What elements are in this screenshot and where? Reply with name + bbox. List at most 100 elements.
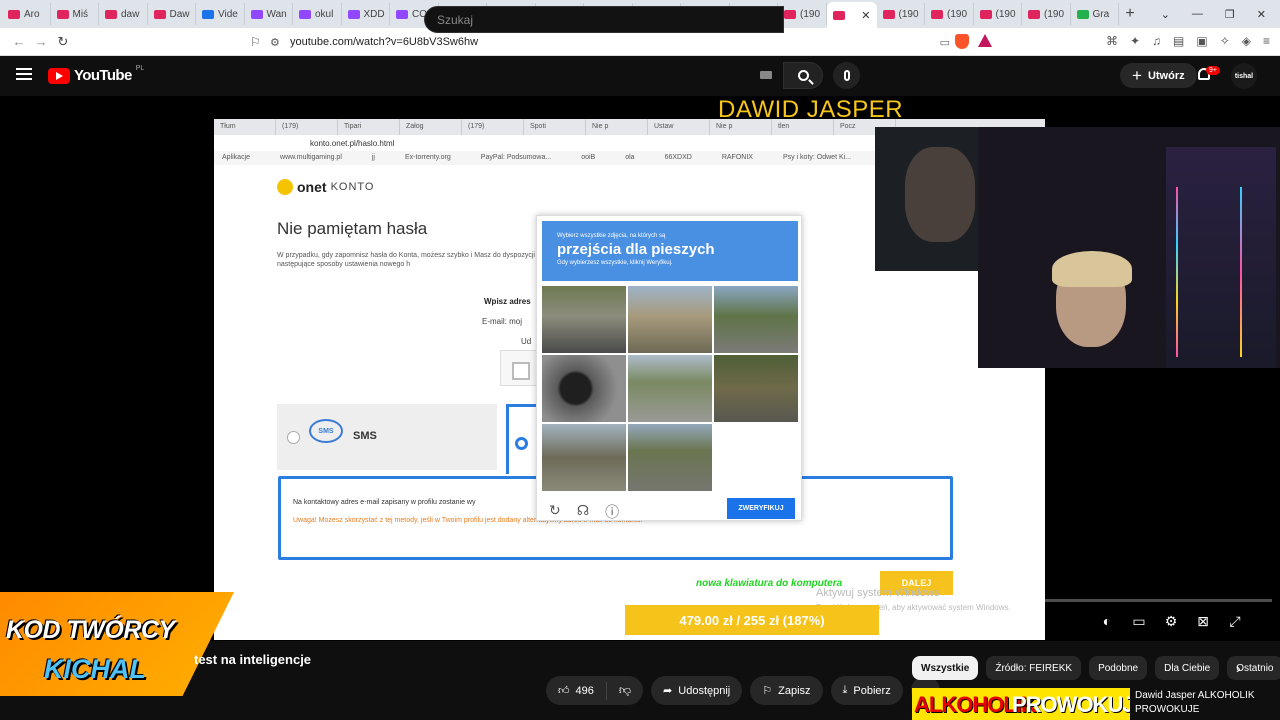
search-button[interactable]: [783, 62, 823, 89]
close-icon[interactable]: ✕: [1257, 8, 1266, 21]
captcha-tile: [542, 286, 626, 353]
recommended-title[interactable]: Dawid Jasper ALKOHOLIK PROWOKUJE: [1135, 689, 1275, 716]
url-field[interactable]: ⚐ ⚙ youtube.com/watch?v=6U8bV3Sw6hw ▭: [250, 31, 1000, 53]
plus-icon: +: [1132, 65, 1142, 85]
chevron-down-icon[interactable]: ⌄: [1161, 8, 1170, 21]
search-input[interactable]: Szukaj: [424, 6, 784, 33]
tab-label: Miś: [72, 8, 89, 20]
browser-tab[interactable]: Daw: [148, 3, 196, 25]
avatar[interactable]: tishal: [1231, 63, 1257, 89]
vpn-icon[interactable]: ◈: [1242, 34, 1251, 48]
inner-tab: Tłum: [214, 119, 276, 135]
browser-tab[interactable]: daw: [99, 3, 148, 25]
browser-tab[interactable]: Vide: [196, 3, 245, 25]
site-info-icon[interactable]: ⚙: [270, 36, 290, 49]
chevron-right-icon[interactable]: ›: [1236, 660, 1241, 676]
bookmark-icon: ⚐: [762, 685, 773, 697]
new-tab-button[interactable]: +: [1119, 5, 1141, 23]
leo-icon[interactable]: ✧: [1220, 34, 1230, 48]
recommended-thumbnail[interactable]: ALKOHOLIK PROWOKUJE: [912, 688, 1130, 720]
page-description: W przypadku, gdy zapomnisz hasła do Kont…: [277, 252, 535, 269]
inner-bookmark: Aplikacje: [222, 154, 251, 161]
tab-favicon-icon: [931, 9, 943, 19]
close-tab-icon[interactable]: ✕: [861, 9, 870, 22]
email-radio: [515, 437, 528, 450]
save-button[interactable]: ⚐ Zapisz: [750, 676, 823, 705]
tab-favicon-icon: [56, 9, 69, 19]
browser-tab[interactable]: Gra: [1071, 3, 1119, 25]
sticker-line-1: KOD TWÓRCY: [6, 616, 175, 644]
settings-gear-icon[interactable]: ⚙: [1164, 613, 1178, 630]
browser-tab[interactable]: (190: [925, 3, 974, 25]
led-strip: [1176, 187, 1178, 357]
filter-chip[interactable]: Wszystkie: [912, 656, 979, 680]
tab-favicon-icon: [1028, 9, 1040, 19]
captcha-sub: Gdy wybierzesz wszystkie, kliknij Weryfi…: [557, 260, 673, 266]
email-field: E-mail: moj: [482, 317, 523, 326]
tab-label: Wan: [266, 8, 287, 20]
inner-bookmark: RAFONIX: [721, 154, 753, 161]
share-icon: ➦: [663, 685, 673, 697]
create-button[interactable]: + Utwórz: [1120, 63, 1197, 88]
browser-tab[interactable]: Wan: [245, 3, 293, 25]
wallet-icon[interactable]: ▣: [1196, 34, 1207, 48]
browser-tab[interactable]: (190: [974, 3, 1022, 25]
brave-shield-icon[interactable]: [955, 34, 969, 49]
browser-tab[interactable]: Miś: [51, 3, 99, 25]
translate-icon[interactable]: ⌘: [1106, 34, 1118, 48]
filter-chip[interactable]: Dla Ciebie: [1155, 656, 1220, 680]
cast-icon[interactable]: ▭: [940, 36, 950, 49]
forward-icon[interactable]: →: [30, 34, 52, 49]
restore-icon[interactable]: ❐: [1225, 8, 1235, 21]
menu-hamburger-icon[interactable]: [16, 68, 32, 80]
inner-tab: Ustaw: [648, 119, 710, 135]
browser-tab[interactable]: (190: [1022, 3, 1071, 25]
dislike-button[interactable]: 👎︎: [607, 683, 643, 698]
filter-chip[interactable]: Podobne: [1089, 656, 1148, 680]
browser-tab[interactable]: okul: [293, 3, 342, 25]
captcha-tile-empty: [714, 424, 798, 491]
browser-tab[interactable]: (190: [877, 3, 925, 25]
create-label: Utwórz: [1147, 69, 1185, 82]
browser-tab[interactable]: XDD: [342, 3, 390, 25]
youtube-logo[interactable]: YouTube PL: [48, 65, 145, 84]
browser-tab[interactable]: ✕: [826, 2, 877, 28]
sms-label: SMS: [353, 430, 377, 442]
thumbnail-text-2: PROWOKUJE: [1012, 692, 1130, 717]
fullscreen-icon[interactable]: ⤢: [1228, 613, 1242, 630]
reload-icon[interactable]: ↻: [52, 34, 74, 50]
tab-favicon-icon: [1076, 9, 1089, 19]
autoplay-toggle-icon[interactable]: ◐: [1100, 613, 1114, 630]
onet-logo: onet KONTO: [277, 179, 374, 195]
led-strip: [1240, 187, 1242, 357]
inner-tab: Załog: [400, 119, 462, 135]
subtitles-icon[interactable]: ▭: [1132, 613, 1146, 630]
browser-tab[interactable]: (190: [778, 3, 827, 25]
tab-label: (190: [947, 8, 968, 20]
back-icon[interactable]: ←: [8, 34, 30, 49]
music-icon[interactable]: ♫: [1152, 34, 1161, 48]
tab-label: (190: [1044, 8, 1065, 20]
sticker-line-2: KICHAL: [44, 654, 146, 684]
country-code: PL: [135, 65, 145, 72]
url-text: youtube.com/watch?v=6U8bV3Sw6hw: [290, 36, 479, 48]
like-button[interactable]: 👍︎ 496: [546, 681, 607, 700]
download-button[interactable]: ⤓ Pobierz: [830, 676, 903, 705]
voice-search-button[interactable]: [833, 62, 860, 89]
tab-label: okul: [315, 8, 334, 20]
brave-rewards-icon[interactable]: [978, 34, 992, 47]
video-player[interactable]: Tłum (179) Tipari Załog (179) Spoti Nie p Ustaw…: [0, 96, 1280, 641]
puzzle-icon[interactable]: ✦: [1130, 34, 1140, 48]
menu-icon[interactable]: ≡: [1263, 34, 1270, 48]
sidebar-icon[interactable]: ▤: [1173, 34, 1184, 48]
miniplayer-icon[interactable]: ⊠: [1196, 613, 1210, 630]
keyboard-icon[interactable]: [760, 71, 772, 79]
search-icon: [797, 70, 809, 81]
inner-tab: Spoti: [524, 119, 586, 135]
thumbs-down-icon: 👎︎: [618, 683, 632, 697]
bookmark-icon[interactable]: ⚐: [250, 35, 270, 49]
filter-chip[interactable]: Źródło: FEIREKK: [986, 656, 1082, 680]
share-button[interactable]: ➦ Udostępnij: [651, 676, 743, 705]
minimize-icon[interactable]: —: [1192, 8, 1203, 21]
browser-tab[interactable]: Aro: [2, 3, 51, 25]
